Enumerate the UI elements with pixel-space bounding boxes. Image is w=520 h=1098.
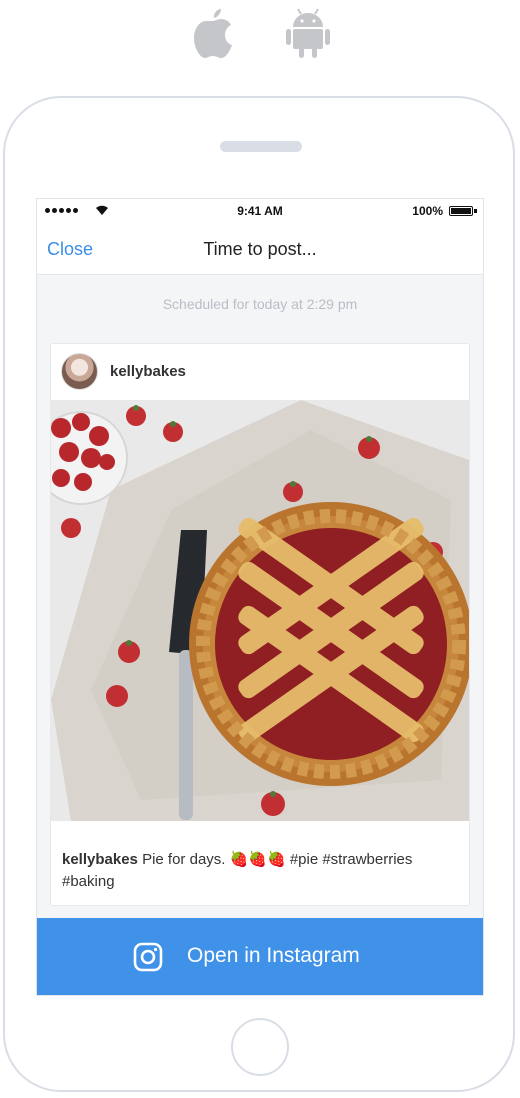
home-button[interactable] — [231, 1018, 289, 1076]
battery-percentage: 100% — [412, 204, 443, 218]
avatar[interactable] — [61, 353, 98, 390]
nav-bar: Close Time to post... — [37, 223, 483, 275]
post-username[interactable]: kellybakes — [110, 363, 186, 380]
open-in-instagram-button[interactable]: Open in Instagram — [37, 918, 483, 995]
post-caption: kellybakes Pie for days. 🍓🍓🍓 #pie #straw… — [62, 849, 462, 893]
phone-screen: 9:41 AM 100% Close Time to post... Sched… — [36, 198, 484, 996]
scheduled-time-text: Scheduled for today at 2:29 pm — [162, 296, 358, 312]
nav-title: Time to post... — [203, 239, 317, 259]
platform-icons — [0, 6, 520, 66]
post-card: kellybakes kellybakes Pie for days. 🍓🍓🍓 … — [50, 343, 470, 906]
caption-username[interactable]: kellybakes — [62, 851, 138, 868]
open-in-instagram-label: Open in Instagram — [187, 944, 360, 967]
post-photo — [51, 400, 469, 821]
apple-icon — [188, 6, 236, 60]
phone-speaker — [220, 141, 302, 152]
android-icon — [286, 6, 330, 60]
post-header: kellybakes — [51, 344, 469, 400]
instagram-icon — [133, 942, 163, 972]
status-bar: 9:41 AM 100% — [37, 199, 483, 223]
battery-icon — [449, 206, 473, 216]
